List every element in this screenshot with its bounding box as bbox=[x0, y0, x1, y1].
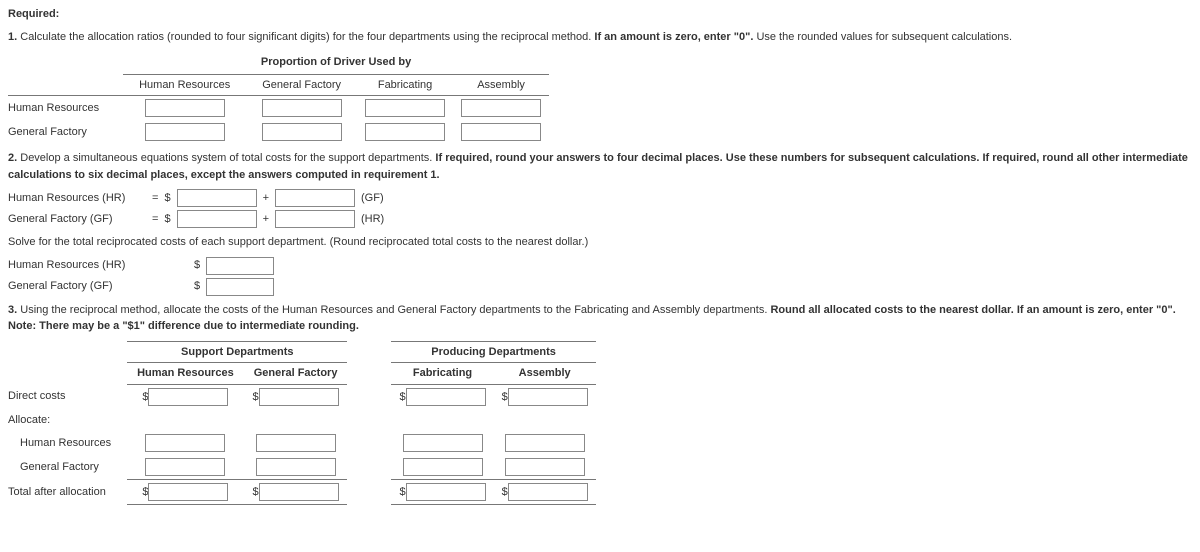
q2-prefix: 2. bbox=[8, 152, 17, 164]
solve-gf-row: General Factory (GF) $ bbox=[8, 278, 1192, 296]
row-allocate: Allocate: bbox=[8, 409, 127, 432]
eq-gf-const-input[interactable] bbox=[177, 210, 257, 228]
total-hr-input[interactable] bbox=[148, 483, 228, 501]
gf-gf-input[interactable] bbox=[262, 123, 342, 141]
solve-hr-input[interactable] bbox=[206, 257, 274, 275]
gf-asm-input[interactable] bbox=[461, 123, 541, 141]
total-gf-input[interactable] bbox=[259, 483, 339, 501]
solve-gf-input[interactable] bbox=[206, 278, 274, 296]
col-gf: General Factory bbox=[246, 74, 357, 96]
col3-fab: Fabricating bbox=[391, 363, 493, 385]
q2-text: 2. Develop a simultaneous equations syst… bbox=[8, 150, 1192, 183]
alloc-hr-hr-input[interactable] bbox=[145, 434, 225, 452]
hr-gf-input[interactable] bbox=[262, 99, 342, 117]
total-fab-input[interactable] bbox=[406, 483, 486, 501]
direct-hr-input[interactable] bbox=[148, 388, 228, 406]
row-gf-label: General Factory bbox=[8, 120, 123, 144]
alloc-gf-gf-input[interactable] bbox=[256, 458, 336, 476]
eq-gf-label: General Factory (GF) bbox=[8, 211, 146, 228]
hr-asm-input[interactable] bbox=[461, 99, 541, 117]
row-total: Total after allocation bbox=[8, 480, 127, 505]
equals-sign: = bbox=[152, 211, 158, 228]
eq-gf-row: General Factory (GF) = $ + (HR) bbox=[8, 210, 1192, 228]
solve-text: Solve for the total reciprocated costs o… bbox=[8, 234, 1192, 251]
row-direct: Direct costs bbox=[8, 384, 127, 409]
q3-body: Using the reciprocal method, allocate th… bbox=[20, 304, 767, 316]
dollar-sign: $ bbox=[164, 211, 170, 228]
dollar-sign: $ bbox=[194, 257, 200, 274]
eq-gf-suffix: (HR) bbox=[361, 211, 384, 228]
col-asm: Assembly bbox=[453, 74, 549, 96]
col-hr: Human Resources bbox=[123, 74, 246, 96]
q1-text: 1. Calculate the allocation ratios (roun… bbox=[8, 29, 1192, 46]
required-heading: Required: bbox=[8, 6, 1192, 23]
hr-fab-input[interactable] bbox=[365, 99, 445, 117]
q1-prefix: 1. bbox=[8, 31, 17, 43]
group-producing: Producing Departments bbox=[391, 341, 595, 363]
alloc-gf-asm-input[interactable] bbox=[505, 458, 585, 476]
eq-hr-coef-input[interactable] bbox=[275, 189, 355, 207]
eq-gf-coef-input[interactable] bbox=[275, 210, 355, 228]
eq-hr-label: Human Resources (HR) bbox=[8, 190, 146, 207]
plus-sign: + bbox=[263, 190, 269, 207]
direct-gf-input[interactable] bbox=[259, 388, 339, 406]
col3-asm: Assembly bbox=[494, 363, 596, 385]
q1-bold: If an amount is zero, enter "0". bbox=[594, 31, 753, 43]
eq-hr-row: Human Resources (HR) = $ + (GF) bbox=[8, 189, 1192, 207]
table-allocation: Support Departments Producing Department… bbox=[8, 341, 596, 506]
q1-body: Calculate the allocation ratios (rounded… bbox=[20, 31, 591, 43]
equals-sign: = bbox=[152, 190, 158, 207]
solve-hr-row: Human Resources (HR) $ bbox=[8, 257, 1192, 275]
solve-hr-label: Human Resources (HR) bbox=[8, 257, 188, 274]
alloc-hr-fab-input[interactable] bbox=[403, 434, 483, 452]
alloc-gf-fab-input[interactable] bbox=[403, 458, 483, 476]
col3-gf: General Factory bbox=[244, 363, 348, 385]
col-fab: Fabricating bbox=[357, 74, 453, 96]
plus-sign: + bbox=[263, 211, 269, 228]
solve-gf-label: General Factory (GF) bbox=[8, 278, 188, 295]
row-alloc-hr: Human Resources bbox=[8, 431, 127, 455]
table1-title: Proportion of Driver Used by bbox=[123, 51, 549, 74]
gf-fab-input[interactable] bbox=[365, 123, 445, 141]
total-asm-input[interactable] bbox=[508, 483, 588, 501]
row-hr-label: Human Resources bbox=[8, 96, 123, 121]
q1-tail: Use the rounded values for subsequent ca… bbox=[756, 31, 1012, 43]
dollar-sign: $ bbox=[164, 190, 170, 207]
table-proportion: Proportion of Driver Used by Human Resou… bbox=[8, 51, 549, 144]
alloc-hr-asm-input[interactable] bbox=[505, 434, 585, 452]
eq-hr-const-input[interactable] bbox=[177, 189, 257, 207]
q3-prefix: 3. bbox=[8, 304, 17, 316]
q2-body: Develop a simultaneous equations system … bbox=[20, 152, 432, 164]
gf-hr-input[interactable] bbox=[145, 123, 225, 141]
hr-hr-input[interactable] bbox=[145, 99, 225, 117]
col3-hr: Human Resources bbox=[127, 363, 244, 385]
direct-fab-input[interactable] bbox=[406, 388, 486, 406]
alloc-hr-gf-input[interactable] bbox=[256, 434, 336, 452]
group-support: Support Departments bbox=[127, 341, 347, 363]
row-alloc-gf: General Factory bbox=[8, 455, 127, 480]
eq-hr-suffix: (GF) bbox=[361, 190, 384, 207]
alloc-gf-hr-input[interactable] bbox=[145, 458, 225, 476]
dollar-sign: $ bbox=[194, 278, 200, 295]
q3-text: 3. Using the reciprocal method, allocate… bbox=[8, 302, 1192, 335]
direct-asm-input[interactable] bbox=[508, 388, 588, 406]
